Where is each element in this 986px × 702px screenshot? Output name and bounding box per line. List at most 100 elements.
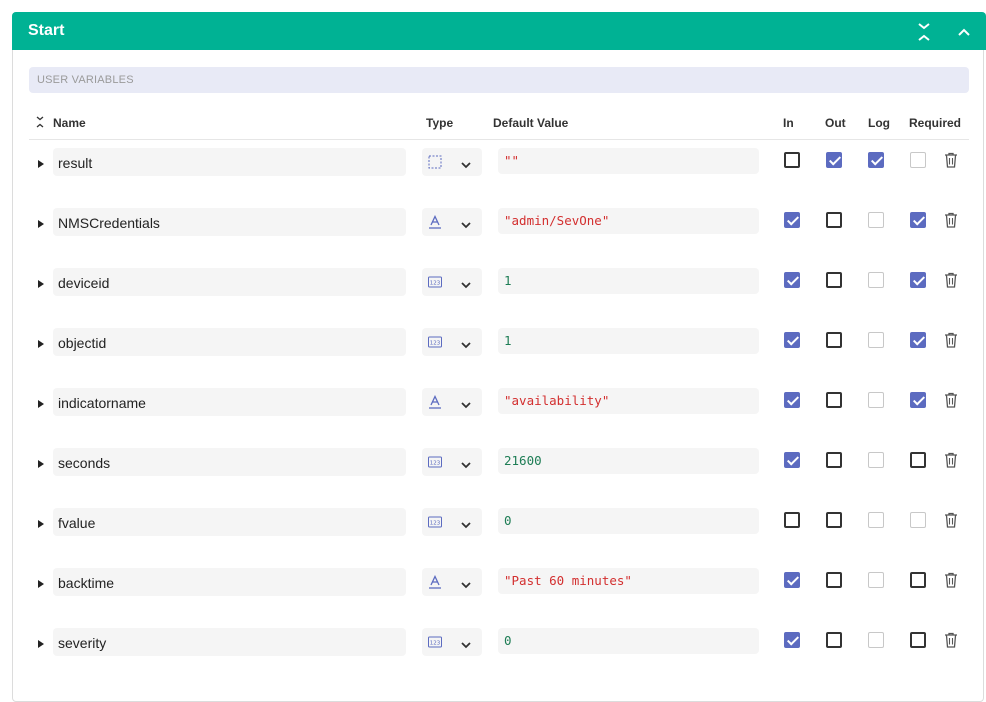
- out-checkbox[interactable]: [826, 512, 842, 528]
- trash-icon[interactable]: [944, 212, 958, 228]
- type-select[interactable]: [422, 388, 482, 416]
- number-type-icon: 123: [428, 275, 442, 289]
- column-header-in: In: [783, 116, 794, 130]
- variable-name-field[interactable]: backtime: [53, 568, 406, 596]
- trash-icon[interactable]: [944, 452, 958, 468]
- expand-row-icon[interactable]: [38, 220, 44, 228]
- trash-icon[interactable]: [944, 392, 958, 408]
- expand-row-icon[interactable]: [38, 580, 44, 588]
- in-checkbox[interactable]: [784, 572, 800, 588]
- required-checkbox[interactable]: [910, 332, 926, 348]
- required-checkbox[interactable]: [910, 392, 926, 408]
- out-checkbox[interactable]: [826, 572, 842, 588]
- type-select[interactable]: 123: [422, 268, 482, 296]
- out-checkbox[interactable]: [826, 452, 842, 468]
- type-select[interactable]: 123: [422, 508, 482, 536]
- panel-header: Start: [12, 12, 986, 50]
- variable-name-field[interactable]: severity: [53, 628, 406, 656]
- in-checkbox[interactable]: [784, 392, 800, 408]
- variable-name-field[interactable]: result: [53, 148, 406, 176]
- chevron-down-icon: [460, 337, 472, 349]
- required-checkbox[interactable]: [910, 452, 926, 468]
- type-select[interactable]: [422, 568, 482, 596]
- out-checkbox[interactable]: [826, 212, 842, 228]
- chevron-down-icon: [460, 277, 472, 289]
- variable-row: severity 123 0: [13, 621, 985, 681]
- trash-icon[interactable]: [944, 272, 958, 288]
- out-checkbox[interactable]: [826, 332, 842, 348]
- trash-icon[interactable]: [944, 332, 958, 348]
- number-type-icon: 123: [428, 515, 442, 529]
- out-checkbox[interactable]: [826, 392, 842, 408]
- out-checkbox[interactable]: [826, 152, 842, 168]
- log-checkbox[interactable]: [868, 392, 884, 408]
- svg-text:123: 123: [430, 461, 441, 467]
- variable-name-field[interactable]: NMSCredentials: [53, 208, 406, 236]
- in-checkbox[interactable]: [784, 632, 800, 648]
- log-checkbox[interactable]: [868, 572, 884, 588]
- required-checkbox[interactable]: [910, 512, 926, 528]
- variable-row: indicatorname "availability": [13, 381, 985, 441]
- variable-name-field[interactable]: indicatorname: [53, 388, 406, 416]
- log-checkbox[interactable]: [868, 452, 884, 468]
- trash-icon[interactable]: [944, 152, 958, 168]
- variable-name-field[interactable]: fvalue: [53, 508, 406, 536]
- log-checkbox[interactable]: [868, 632, 884, 648]
- in-checkbox[interactable]: [784, 452, 800, 468]
- log-checkbox[interactable]: [868, 152, 884, 168]
- expand-row-icon[interactable]: [38, 460, 44, 468]
- type-select[interactable]: 123: [422, 448, 482, 476]
- required-checkbox[interactable]: [910, 632, 926, 648]
- required-checkbox[interactable]: [910, 272, 926, 288]
- required-checkbox[interactable]: [910, 212, 926, 228]
- out-checkbox[interactable]: [826, 272, 842, 288]
- trash-icon[interactable]: [944, 632, 958, 648]
- expand-row-icon[interactable]: [38, 340, 44, 348]
- in-checkbox[interactable]: [784, 212, 800, 228]
- type-select[interactable]: [422, 148, 482, 176]
- expand-row-icon[interactable]: [38, 400, 44, 408]
- log-checkbox[interactable]: [868, 332, 884, 348]
- trash-icon[interactable]: [944, 512, 958, 528]
- column-header-required: Required: [909, 116, 962, 130]
- collapse-all-icon[interactable]: [913, 21, 935, 43]
- expand-row-icon[interactable]: [38, 640, 44, 648]
- expand-row-icon[interactable]: [38, 520, 44, 528]
- in-checkbox[interactable]: [784, 512, 800, 528]
- column-header-name[interactable]: Name: [53, 116, 86, 130]
- variable-name-field[interactable]: deviceid: [53, 268, 406, 296]
- sort-toggle-icon[interactable]: [35, 115, 45, 128]
- in-checkbox[interactable]: [784, 152, 800, 168]
- default-value-field[interactable]: 21600: [498, 448, 759, 474]
- variable-row: result "": [13, 141, 985, 201]
- chevron-up-icon[interactable]: [953, 21, 975, 43]
- default-value-field[interactable]: "availability": [498, 388, 759, 414]
- variable-row: deviceid 123 1: [13, 261, 985, 321]
- required-checkbox[interactable]: [910, 572, 926, 588]
- out-checkbox[interactable]: [826, 632, 842, 648]
- log-checkbox[interactable]: [868, 272, 884, 288]
- default-value-field[interactable]: "admin/SevOne": [498, 208, 759, 234]
- default-value-field[interactable]: "": [498, 148, 759, 174]
- default-value-field[interactable]: 0: [498, 628, 759, 654]
- default-value-field[interactable]: "Past 60 minutes": [498, 568, 759, 594]
- default-value-field[interactable]: 0: [498, 508, 759, 534]
- chevron-down-icon: [460, 157, 472, 169]
- variable-name-field[interactable]: seconds: [53, 448, 406, 476]
- start-panel: Start USER VARIABLES Name Type Default V…: [12, 12, 986, 702]
- expand-row-icon[interactable]: [38, 160, 44, 168]
- default-value-field[interactable]: 1: [498, 268, 759, 294]
- in-checkbox[interactable]: [784, 332, 800, 348]
- type-select[interactable]: 123: [422, 328, 482, 356]
- log-checkbox[interactable]: [868, 512, 884, 528]
- default-value-field[interactable]: 1: [498, 328, 759, 354]
- type-select[interactable]: 123: [422, 628, 482, 656]
- expand-row-icon[interactable]: [38, 280, 44, 288]
- required-checkbox[interactable]: [910, 152, 926, 168]
- chevron-down-icon: [460, 217, 472, 229]
- type-select[interactable]: [422, 208, 482, 236]
- variable-name-field[interactable]: objectid: [53, 328, 406, 356]
- log-checkbox[interactable]: [868, 212, 884, 228]
- trash-icon[interactable]: [944, 572, 958, 588]
- in-checkbox[interactable]: [784, 272, 800, 288]
